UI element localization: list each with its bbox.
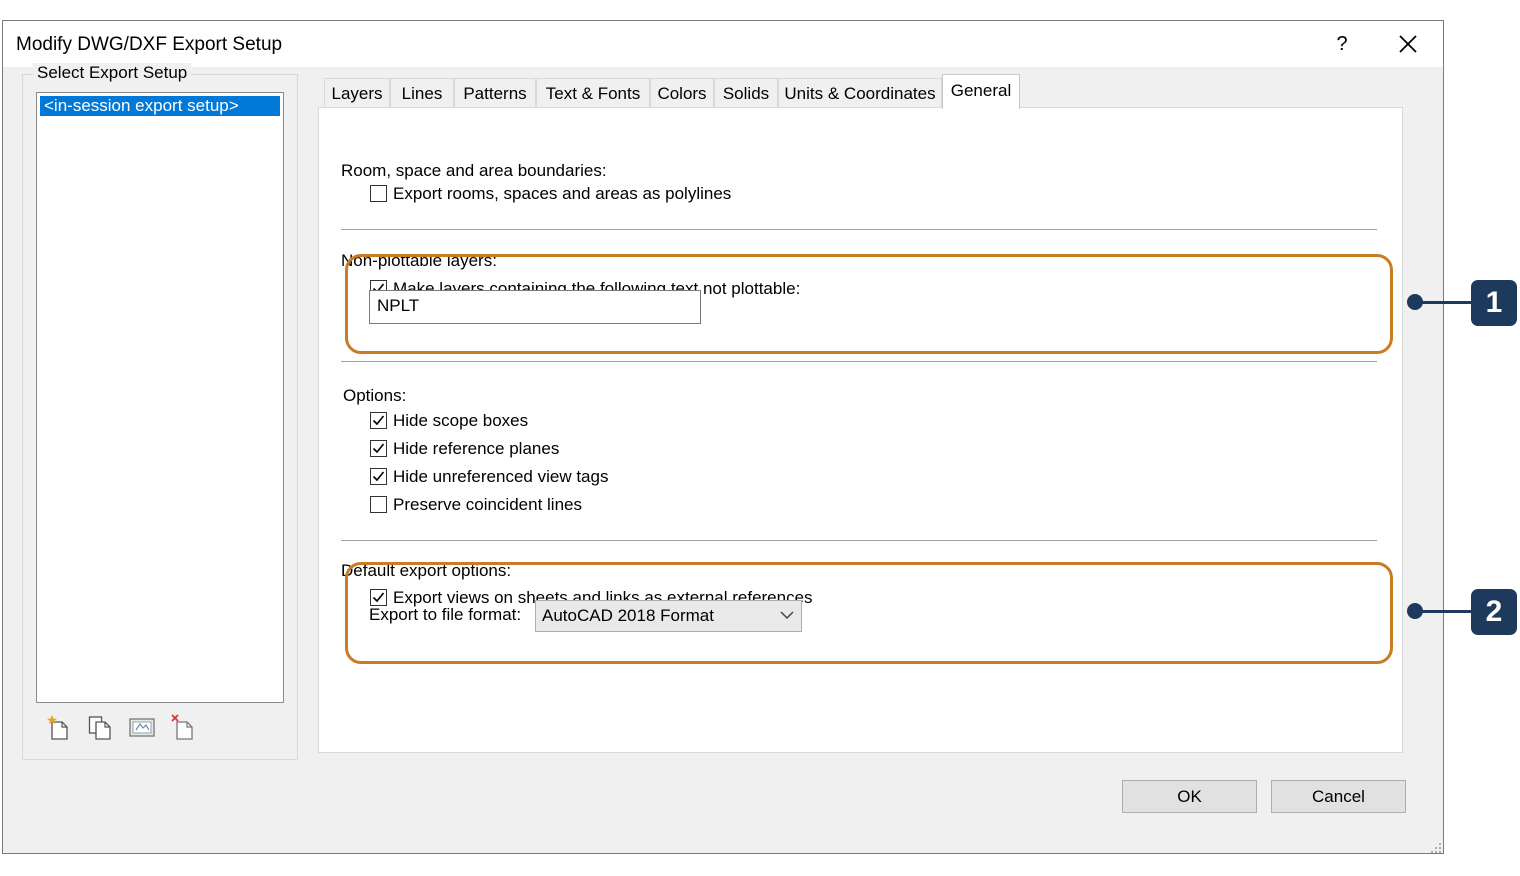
checkbox-box[interactable] (370, 412, 387, 429)
checkmark-icon (372, 443, 385, 454)
tab-solids[interactable]: Solids (714, 78, 778, 108)
duplicate-setup-icon[interactable] (88, 714, 112, 740)
room-section-label: Room, space and area boundaries: (341, 161, 607, 180)
checkmark-icon (372, 471, 385, 482)
options-section-label: Options: (343, 386, 407, 405)
ok-button[interactable]: OK (1122, 780, 1257, 813)
separator (341, 361, 1377, 363)
tab-units-coordinates[interactable]: Units & Coordinates (778, 78, 942, 108)
list-item[interactable]: <in-session export setup> (40, 96, 280, 116)
checkbox-label: Hide reference planes (393, 439, 560, 458)
callout-badge-1: 1 (1471, 280, 1517, 326)
delete-setup-icon[interactable] (170, 714, 194, 740)
export-setup-list[interactable]: <in-session export setup> (36, 92, 284, 703)
checkbox-label: Hide unreferenced view tags (393, 467, 609, 486)
dialog-title: Modify DWG/DXF Export Setup (16, 34, 283, 55)
cancel-button[interactable]: Cancel (1271, 780, 1406, 813)
checkbox-box[interactable] (370, 185, 387, 202)
checkbox-label: Export rooms, spaces and areas as polyli… (393, 184, 732, 203)
title-bar: Modify DWG/DXF Export Setup ? (3, 21, 1443, 67)
checkbox-label: Preserve coincident lines (393, 495, 582, 514)
tab-colors[interactable]: Colors (650, 78, 714, 108)
callout-line-1 (1420, 301, 1472, 304)
separator (341, 540, 1377, 542)
tab-lines[interactable]: Lines (390, 78, 454, 108)
checkbox-box[interactable] (370, 496, 387, 513)
tab-text-fonts[interactable]: Text & Fonts (536, 78, 650, 108)
close-icon (1399, 35, 1417, 53)
close-button[interactable] (1393, 29, 1423, 59)
checkbox-box[interactable] (370, 440, 387, 457)
checkbox-box[interactable] (370, 468, 387, 485)
resize-grip-icon[interactable] (1430, 842, 1442, 854)
group-label: Select Export Setup (33, 63, 192, 83)
separator (341, 229, 1377, 231)
highlight-box-2 (345, 562, 1393, 664)
callout-line-2 (1420, 610, 1472, 613)
help-button[interactable]: ? (1327, 29, 1357, 59)
checkbox-label: Hide scope boxes (393, 411, 529, 430)
callout-badge-2: 2 (1471, 589, 1517, 635)
tab-general[interactable]: General (942, 74, 1020, 109)
tab-layers[interactable]: Layers (324, 78, 390, 108)
tab-patterns[interactable]: Patterns (454, 78, 536, 108)
checkmark-icon (372, 415, 385, 426)
rename-setup-icon[interactable] (129, 714, 155, 740)
highlight-box-1 (345, 254, 1393, 354)
new-setup-icon[interactable] (47, 714, 71, 740)
